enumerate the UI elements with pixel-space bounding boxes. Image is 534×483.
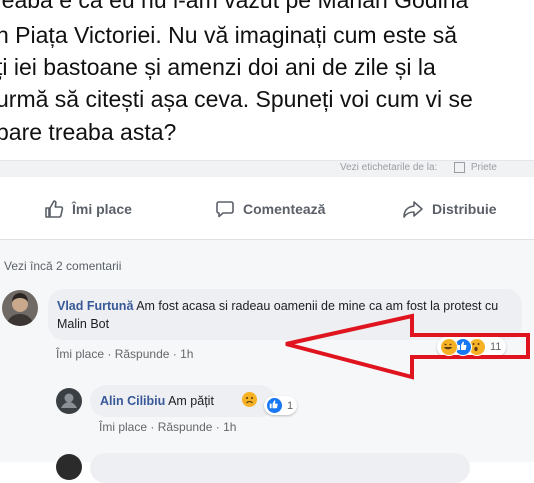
post-tag-strip: Vezi etichetarile de la: Priete bbox=[0, 160, 534, 177]
comment-meta: Îmi place · Răspunde · 1h bbox=[99, 420, 236, 434]
post-line-4: urmă să citești așa ceva. Spuneți voi cu… bbox=[0, 86, 473, 112]
comment-bubble: Alin Cilibiu Am pățit bbox=[90, 385, 276, 417]
tag-strip-friends: Priete bbox=[470, 162, 497, 174]
comment-time[interactable]: 1h bbox=[223, 420, 236, 434]
haha-reaction-icon bbox=[440, 338, 458, 356]
post-line-5: pare treaba asta? bbox=[0, 119, 177, 145]
view-more-comments-link[interactable]: Vezi încă 2 comentarii bbox=[4, 259, 121, 273]
comment-text: Am pățit bbox=[168, 394, 214, 408]
avatar[interactable] bbox=[56, 388, 82, 414]
post-line-2: n Piața Victoriei. Nu vă imaginați cum e… bbox=[0, 22, 458, 48]
comment-reply-link[interactable]: Răspunde bbox=[158, 420, 213, 434]
separator-dot: · bbox=[107, 347, 115, 361]
sad-emoji-icon bbox=[242, 392, 257, 407]
comment-like-link[interactable]: Îmi place bbox=[56, 347, 104, 361]
comment-content: Alin Cilibiu Am pățit bbox=[100, 393, 214, 409]
comment-button-label: Comentează bbox=[243, 201, 326, 217]
comment-bubble bbox=[90, 453, 470, 483]
red-arrow-annotation bbox=[285, 313, 530, 380]
share-button[interactable]: Distribuie bbox=[402, 199, 497, 219]
tag-strip-text: Vezi etichetarile de la: Priete bbox=[340, 162, 497, 173]
comments-section: Vezi încă 2 comentarii Vlad Furtună Am f… bbox=[0, 240, 534, 483]
avatar[interactable] bbox=[2, 290, 38, 326]
post-action-bar: Îmi place Comentează Distribuie bbox=[0, 177, 534, 240]
like-button-label: Îmi place bbox=[72, 201, 132, 217]
post-body: reaba e că eu nu l-am văzut pe Marian Go… bbox=[0, 0, 534, 165]
comment-meta: Îmi place · Răspunde · 1h bbox=[56, 347, 193, 361]
thumbs-up-icon bbox=[44, 199, 64, 219]
comment-reply-link[interactable]: Răspunde bbox=[115, 347, 170, 361]
post-line-3: ți iei bastoane și amenzi doi ani de zil… bbox=[0, 54, 436, 80]
share-arrow-icon bbox=[402, 199, 424, 219]
share-button-label: Distribuie bbox=[432, 201, 497, 217]
separator-dot: · bbox=[150, 420, 158, 434]
like-button[interactable]: Îmi place bbox=[44, 199, 132, 219]
comment-author-link[interactable]: Alin Cilibiu bbox=[100, 394, 165, 408]
speech-bubble-icon bbox=[215, 199, 235, 219]
checkbox-icon[interactable] bbox=[454, 162, 466, 173]
comment-author-link[interactable]: Vlad Furtună bbox=[57, 299, 133, 313]
post-line-1: reaba e că eu nu l-am văzut pe Marian Go… bbox=[0, 0, 469, 13]
tag-strip-label: Vezi etichetarile de la: bbox=[340, 162, 438, 174]
comment-reactions[interactable]: 1 bbox=[264, 396, 298, 415]
comment-time[interactable]: 1h bbox=[180, 347, 193, 361]
avatar[interactable] bbox=[56, 454, 82, 480]
comment-button[interactable]: Comentează bbox=[215, 199, 325, 219]
reaction-count: 1 bbox=[287, 399, 294, 412]
comment-like-link[interactable]: Îmi place bbox=[99, 420, 147, 434]
like-reaction-icon bbox=[266, 397, 283, 414]
